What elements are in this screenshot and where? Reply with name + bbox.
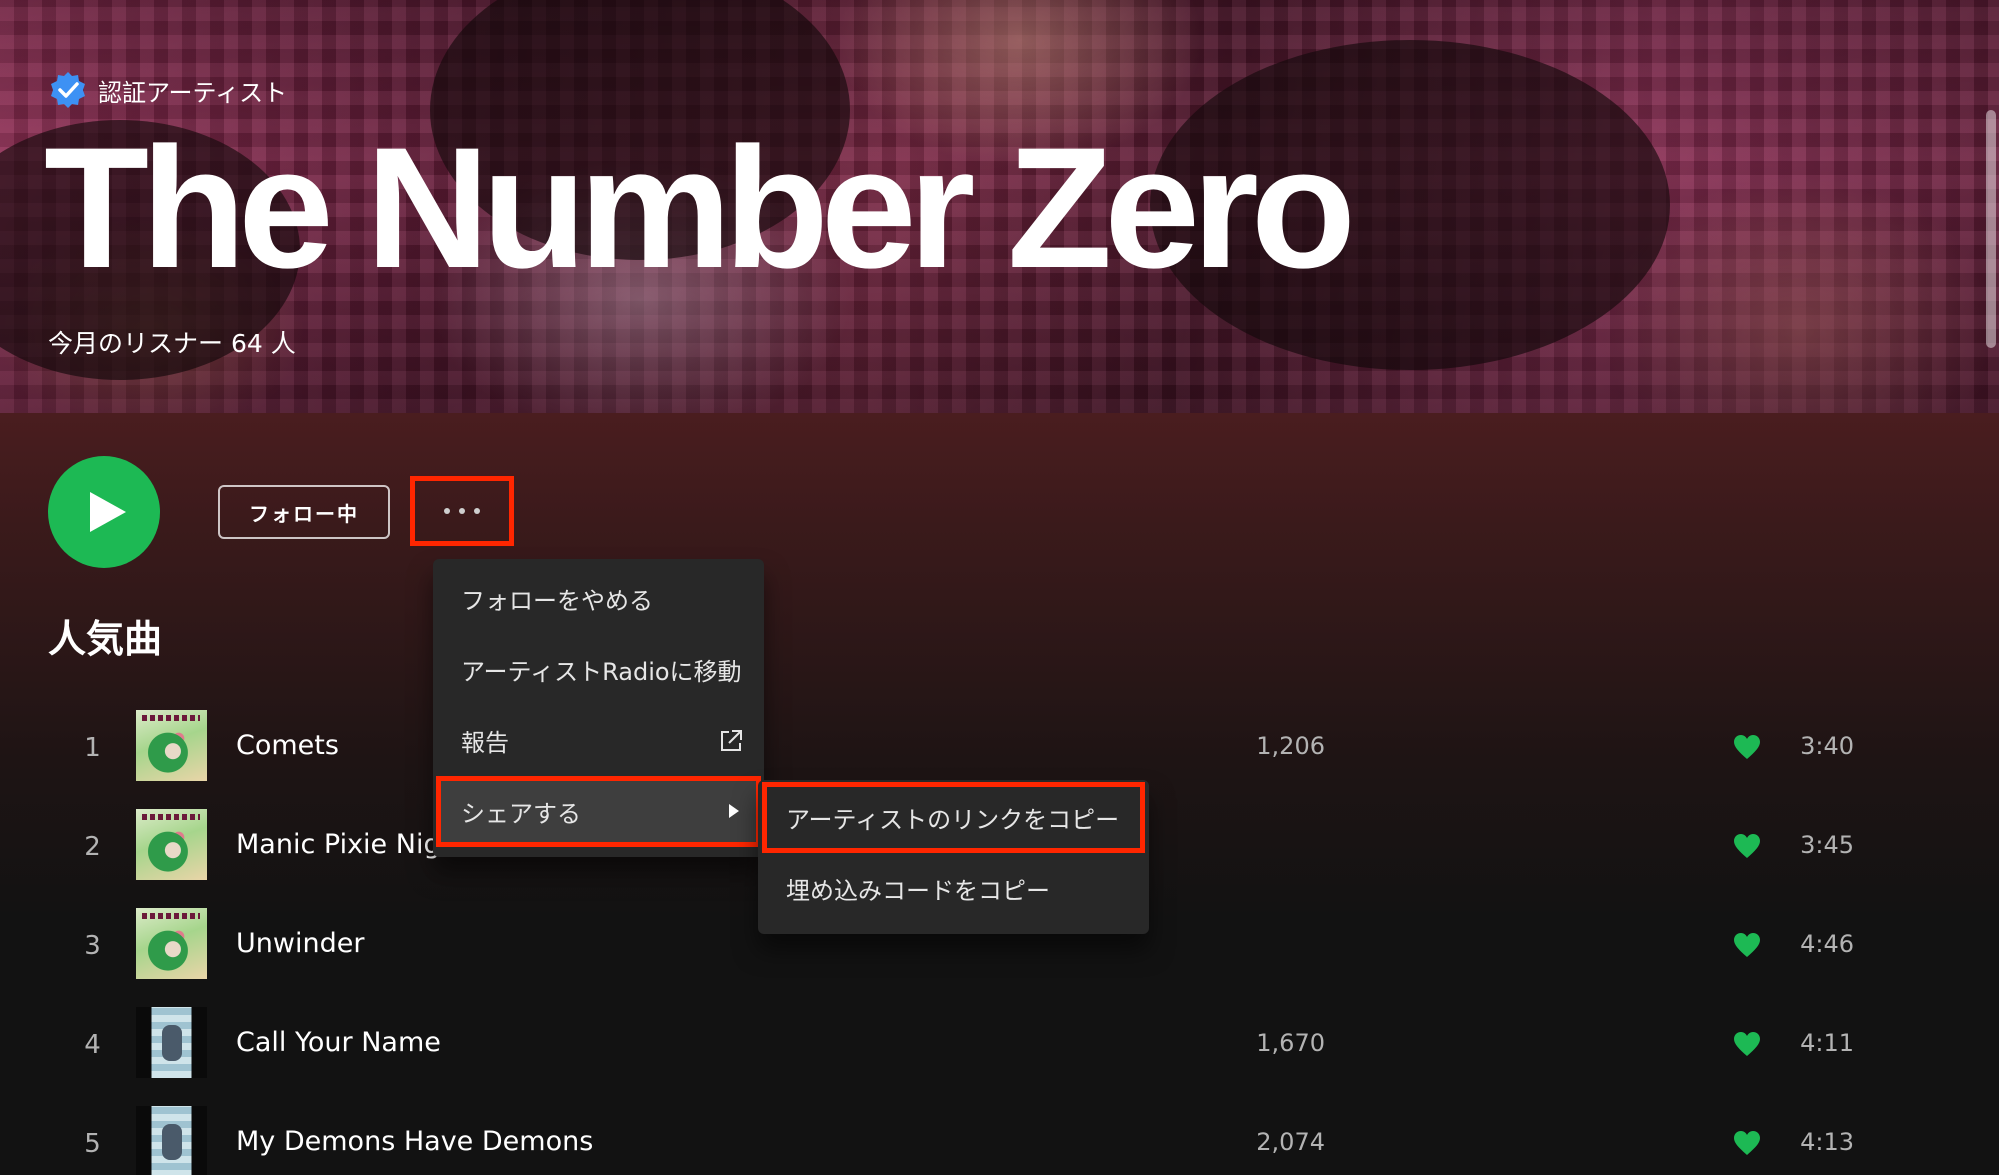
track-play-count: 1,670: [1256, 1029, 1325, 1057]
track-duration: 4:13: [1800, 1128, 1854, 1156]
track-title[interactable]: My Demons Have Demons: [236, 1126, 593, 1157]
liked-heart-icon[interactable]: [1733, 1031, 1761, 1057]
track-number: 1: [84, 733, 101, 763]
track-cover-art: [136, 1007, 207, 1078]
track-number: 4: [84, 1030, 101, 1060]
track-title[interactable]: Unwinder: [236, 928, 364, 959]
menu-item-copy-artist-link[interactable]: アーティストのリンクをコピー: [762, 782, 1145, 853]
track-number: 2: [84, 832, 101, 862]
artist-header-image: 認証アーティスト The Number Zero 今月のリスナー 64 人: [0, 0, 1999, 413]
play-button[interactable]: [48, 456, 160, 568]
track-duration: 4:11: [1800, 1029, 1854, 1057]
menu-item-unfollow[interactable]: フォローをやめる: [433, 563, 764, 634]
artist-context-menu: フォローをやめる アーティストRadioに移動 報告 シェアする: [433, 559, 764, 857]
artist-name-title: The Number Zero: [44, 112, 1356, 304]
track-title[interactable]: Comets: [236, 730, 339, 761]
verified-check-icon: [51, 72, 85, 108]
track-title[interactable]: Manic Pixie Nig: [236, 829, 441, 860]
popular-tracks-heading: 人気曲: [48, 617, 163, 661]
external-link-icon: [721, 730, 742, 751]
track-duration: 3:45: [1800, 831, 1854, 859]
track-cover-art: [136, 908, 207, 979]
track-cover-art: [136, 809, 207, 880]
track-list: 1 Comets 1,206 3:40 2 Manic Pixie Nig 3:…: [0, 708, 1999, 1175]
track-number: 3: [84, 931, 101, 961]
caret-right-icon: [729, 804, 739, 818]
more-options-button[interactable]: [410, 476, 514, 546]
menu-item-artist-radio[interactable]: アーティストRadioに移動: [433, 634, 764, 705]
track-duration: 3:40: [1800, 732, 1854, 760]
liked-heart-icon[interactable]: [1733, 1130, 1761, 1156]
monthly-listeners: 今月のリスナー 64 人: [48, 329, 296, 358]
follow-button[interactable]: フォロー中: [218, 485, 390, 539]
track-cover-art: [136, 1106, 207, 1175]
menu-item-share-label: シェアする: [461, 800, 581, 828]
track-play-count: 2,074: [1256, 1128, 1325, 1156]
track-number: 5: [84, 1129, 101, 1159]
track-row[interactable]: 4 Call Your Name 1,670 4:11: [0, 1005, 1999, 1104]
menu-item-report[interactable]: 報告: [433, 705, 764, 776]
track-play-count: 1,206: [1256, 732, 1325, 760]
artist-page: 認証アーティスト The Number Zero 今月のリスナー 64 人 フォ…: [0, 0, 1999, 1175]
liked-heart-icon[interactable]: [1733, 734, 1761, 760]
menu-item-share[interactable]: シェアする: [436, 776, 761, 847]
scrollbar-thumb[interactable]: [1986, 110, 1996, 348]
menu-item-report-label: 報告: [461, 729, 509, 757]
verified-badge: 認証アーティスト: [48, 70, 287, 110]
liked-heart-icon[interactable]: [1733, 833, 1761, 859]
play-icon: [90, 492, 126, 532]
track-cover-art: [136, 710, 207, 781]
ellipsis-icon: [444, 508, 450, 514]
verified-label: 認証アーティスト: [98, 78, 288, 107]
track-title[interactable]: Call Your Name: [236, 1027, 441, 1058]
share-submenu: アーティストのリンクをコピー 埋め込みコードをコピー: [758, 780, 1149, 934]
menu-item-copy-embed-code[interactable]: 埋め込みコードをコピー: [758, 853, 1149, 924]
track-duration: 4:46: [1800, 930, 1854, 958]
track-row[interactable]: 5 My Demons Have Demons 2,074 4:13: [0, 1104, 1999, 1175]
liked-heart-icon[interactable]: [1733, 932, 1761, 958]
